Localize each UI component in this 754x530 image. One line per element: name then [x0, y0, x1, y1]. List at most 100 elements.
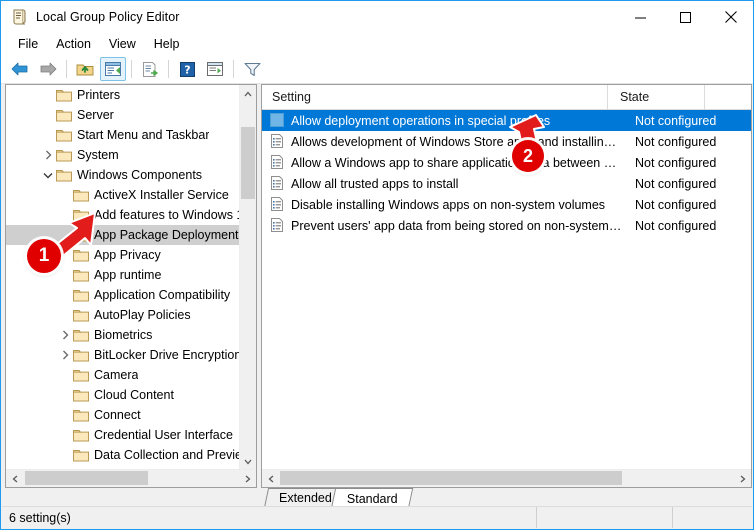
- folder-icon: [56, 108, 72, 122]
- step-1-number: 1: [38, 245, 50, 266]
- minimize-button[interactable]: [618, 1, 663, 33]
- close-button[interactable]: [708, 1, 753, 33]
- list-scroll-left-icon[interactable]: [262, 470, 279, 487]
- tree-node[interactable]: Cloud Content: [6, 385, 240, 405]
- back-icon[interactable]: [7, 57, 33, 81]
- folder-icon: [56, 168, 72, 182]
- tree-node[interactable]: Camera: [6, 365, 240, 385]
- tree-node[interactable]: Biometrics: [6, 325, 240, 345]
- setting-name: Allows development of Windows Store apps…: [291, 134, 623, 149]
- status-cell-2: [535, 507, 673, 528]
- tree-node[interactable]: Printers: [6, 85, 240, 105]
- forward-icon[interactable]: [35, 57, 61, 81]
- show-hide-console-tree-icon[interactable]: [100, 57, 126, 81]
- folder-icon: [73, 348, 89, 362]
- window-controls: [618, 1, 753, 33]
- tree-node-label: Cloud Content: [94, 388, 174, 402]
- column-header-setting[interactable]: Setting: [262, 85, 608, 109]
- tree-node-label: Server: [77, 108, 114, 122]
- chevron-right-icon[interactable]: [57, 325, 73, 345]
- tree-node-label: AutoPlay Policies: [94, 308, 191, 322]
- maximize-button[interactable]: [663, 1, 708, 33]
- scroll-left-icon[interactable]: [6, 470, 23, 487]
- list-scroll-right-icon[interactable]: [734, 470, 751, 487]
- scroll-right-icon[interactable]: [239, 470, 256, 487]
- scroll-down-icon[interactable]: [240, 453, 256, 470]
- tree-node[interactable]: ActiveX Installer Service: [6, 185, 240, 205]
- chevron-right-icon[interactable]: [40, 145, 56, 165]
- setting-state: Not configured: [635, 155, 717, 170]
- chevron-down-icon[interactable]: [40, 165, 56, 185]
- column-label-setting: Setting: [272, 90, 311, 104]
- tree-node[interactable]: Server: [6, 105, 240, 125]
- folder-icon: [56, 88, 72, 102]
- settings-row[interactable]: Disable installing Windows apps on non-s…: [262, 194, 751, 215]
- column-header-state[interactable]: State: [608, 85, 705, 109]
- menu-help[interactable]: Help: [145, 35, 189, 53]
- setting-state: Not configured: [635, 176, 717, 191]
- tree-node-label: Data Collection and Previe: [94, 448, 240, 462]
- tree-scroll-thumb[interactable]: [241, 127, 255, 199]
- menu-action[interactable]: Action: [47, 35, 100, 53]
- tree-node-label: Application Compatibility: [94, 288, 231, 302]
- toolbar-separator: [66, 60, 67, 78]
- tab-standard-label: Standard: [346, 491, 398, 506]
- step-1-badge: 1: [27, 239, 61, 273]
- tree-horizontal-scrollbar[interactable]: [6, 469, 256, 487]
- properties-icon[interactable]: [202, 57, 228, 81]
- policy-setting-icon: [270, 112, 286, 129]
- tree-node[interactable]: Start Menu and Taskbar: [6, 125, 240, 145]
- folder-icon: [56, 148, 72, 162]
- status-bar: 6 setting(s): [2, 506, 752, 528]
- window-title: Local Group Policy Editor: [36, 10, 180, 24]
- column-header-extra[interactable]: [705, 85, 751, 109]
- tree-node[interactable]: Application Compatibility: [6, 285, 240, 305]
- status-text: 6 setting(s): [9, 510, 71, 525]
- tree-indent-spacer: [57, 305, 73, 325]
- toolbar-separator-4: [233, 60, 234, 78]
- help-icon[interactable]: ?: [174, 57, 200, 81]
- list-horizontal-scrollbar[interactable]: [262, 469, 751, 487]
- tree-node[interactable]: System: [6, 145, 240, 165]
- settings-row[interactable]: Prevent users' app data from being store…: [262, 215, 751, 236]
- export-list-icon[interactable]: [137, 57, 163, 81]
- setting-name: Allow all trusted apps to install: [291, 176, 459, 191]
- tree-hscroll-thumb[interactable]: [25, 471, 148, 485]
- menu-view[interactable]: View: [100, 35, 145, 53]
- tree-node[interactable]: AutoPlay Policies: [6, 305, 240, 325]
- policy-tree[interactable]: Printers Server Start Menu and Taskbar Syst…: [6, 85, 240, 470]
- policy-setting-icon: [270, 196, 286, 213]
- tree-node-label: Biometrics: [94, 328, 153, 342]
- column-label-state: State: [620, 90, 650, 104]
- tree-indent-spacer: [57, 385, 73, 405]
- folder-icon: [73, 448, 89, 462]
- scroll-up-icon[interactable]: [240, 85, 256, 102]
- tree-node-label: Connect: [94, 408, 141, 422]
- tree-node[interactable]: Connect: [6, 405, 240, 425]
- policy-setting-icon: [270, 133, 286, 150]
- folder-icon: [56, 128, 72, 142]
- tree-node[interactable]: Credential User Interface: [6, 425, 240, 445]
- tree-indent-spacer: [57, 445, 73, 465]
- list-hscroll-thumb[interactable]: [280, 471, 622, 485]
- filter-icon[interactable]: [239, 57, 265, 81]
- tree-node[interactable]: Data Collection and Previe: [6, 445, 240, 465]
- tree-indent-spacer: [57, 425, 73, 445]
- menu-file[interactable]: File: [9, 35, 47, 53]
- settings-row[interactable]: Allow all trusted apps to install Not con…: [262, 173, 751, 194]
- folder-icon: [73, 388, 89, 402]
- up-folder-icon[interactable]: [72, 57, 98, 81]
- tree-node[interactable]: Windows Components: [6, 165, 240, 185]
- setting-state: Not configured: [635, 134, 717, 149]
- status-cell-3: [672, 507, 752, 528]
- tree-indent-spacer: [57, 185, 73, 205]
- step-2-number: 2: [522, 145, 533, 166]
- folder-icon: [73, 308, 89, 322]
- tree-node-label: Start Menu and Taskbar: [77, 128, 210, 142]
- chevron-right-icon[interactable]: [57, 345, 73, 365]
- tab-extended-label: Extended: [278, 491, 332, 505]
- setting-name: Prevent users' app data from being store…: [291, 218, 623, 233]
- tree-indent-spacer: [57, 365, 73, 385]
- tree-node[interactable]: BitLocker Drive Encryption: [6, 345, 240, 365]
- tree-vertical-scrollbar[interactable]: [239, 85, 256, 470]
